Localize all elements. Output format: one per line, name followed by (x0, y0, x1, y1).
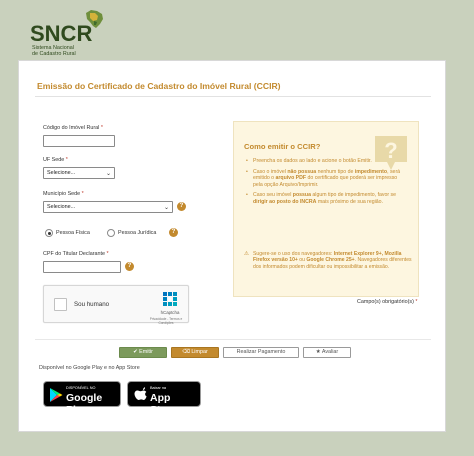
sncr-logo[interactable]: SNCR Sistema Nacional de Cadastro Rural (30, 5, 108, 57)
info-bold: dirigir ao posto do INCRA (253, 198, 317, 205)
info-text: nenhum tipo de (316, 168, 355, 175)
cpf-label-text: CPF do Titular Declarante (43, 251, 106, 257)
municipio-label: Município Sede * (43, 191, 84, 197)
note-text: Sugere-se o uso dos navegadores: (253, 251, 334, 257)
eraser-icon: ⌫ (182, 349, 192, 355)
radio-pessoa-juridica[interactable] (107, 229, 115, 237)
info-item-text: Preencha os dados ao lado e acione o bot… (253, 158, 372, 164)
info-text: Caso seu imóvel (253, 192, 293, 199)
avaliar-label: Avaliar (321, 349, 339, 355)
chevron-down-icon: ⌄ (105, 171, 111, 177)
as-big-text: App Store (150, 392, 177, 416)
captcha-label: Sou humano (74, 301, 110, 308)
help-icon[interactable]: ? (169, 228, 178, 237)
pagamento-label: Realizar Pagamento (236, 349, 286, 355)
required-mark: * (106, 251, 109, 257)
buttons-divider (35, 339, 431, 340)
info-list: Preencha os dados ao lado e acione o bot… (244, 158, 406, 210)
emitir-label: Emitir (139, 349, 153, 355)
captcha-brand: hCaptcha (160, 310, 180, 315)
codigo-label-text: Código do Imóvel Rural (43, 125, 100, 131)
help-info-box: ? Como emitir o CCIR? Preencha os dados … (233, 121, 419, 297)
info-item: Caso o imóvel não possua nenhum tipo de … (244, 169, 406, 189)
info-item: Preencha os dados ao lado e acione o bot… (244, 158, 406, 165)
logo-text: SNCR (30, 21, 93, 46)
municipio-select[interactable]: Selecione... ⌄ (43, 201, 173, 213)
info-text: mais próximo de sua região. (316, 198, 384, 205)
limpar-button[interactable]: ⌫ Limpar (171, 347, 219, 358)
logo-subtitle-line2: de Cadastro Rural (32, 51, 76, 57)
chevron-down-icon: ⌄ (163, 205, 169, 211)
info-bold: impedimento (354, 168, 388, 175)
app-store-badge[interactable]: Baixar na App Store (127, 381, 201, 416)
required-note-text: Campo(s) obrigatório(s) (357, 299, 414, 305)
cpf-label: CPF do Titular Declarante * (43, 251, 109, 257)
hcaptcha-widget: Sou humano hCaptcha Privacidade - Termos… (43, 285, 190, 325)
uf-select-value: Selecione... (47, 170, 76, 176)
cpf-input[interactable] (43, 261, 121, 273)
limpar-label: Limpar (191, 349, 208, 355)
required-mark: * (415, 299, 418, 305)
required-mark: * (100, 125, 103, 131)
google-play-badge[interactable]: DISPONÍVEL NO Google Play (43, 381, 121, 416)
info-bold: não possua (287, 168, 317, 175)
apple-icon (134, 387, 147, 400)
pessoa-fisica-label: Pessoa Física (56, 230, 90, 236)
uf-select[interactable]: Selecione... ⌄ (43, 167, 115, 179)
info-bold: arquivo PDF (275, 175, 307, 182)
info-text: algum tipo de impedimento, favor se (310, 192, 397, 199)
browser-note: ⚠ Sugere-se o uso dos navegadores: Inter… (244, 251, 414, 270)
avaliar-button[interactable]: ★ Avaliar (303, 347, 351, 358)
header: SNCR Sistema Nacional de Cadastro Rural (0, 0, 474, 60)
gp-small-text: DISPONÍVEL NO (66, 386, 96, 390)
captcha-links[interactable]: Privacidade - Termos e Condições (142, 317, 190, 325)
google-play-icon (50, 388, 63, 402)
captcha-checkbox[interactable] (54, 298, 67, 311)
page-title: Emissão do Certificado de Cadastro do Im… (37, 81, 281, 91)
required-mark: * (65, 157, 68, 163)
emitir-button[interactable]: ✔ Emitir (119, 347, 167, 358)
codigo-label: Código do Imóvel Rural * (43, 125, 103, 131)
codigo-input[interactable] (43, 135, 115, 147)
info-text: Caso o imóvel (253, 168, 288, 175)
municipio-select-value: Selecione... (47, 204, 76, 210)
as-small-text: Baixar na (150, 386, 167, 390)
stores-caption: Disponível no Google Play e no App Store (39, 365, 140, 371)
radio-pessoa-fisica[interactable] (45, 229, 53, 237)
info-item: Caso seu imóvel possua algum tipo de imp… (244, 192, 406, 205)
main-panel: Emissão do Certificado de Cadastro do Im… (18, 60, 446, 432)
gp-big-text: Google Play (66, 392, 103, 416)
logo-subtitle: Sistema Nacional de Cadastro Rural (32, 45, 76, 57)
required-note: Campo(s) obrigatório(s) * (357, 299, 418, 305)
title-divider (35, 96, 431, 97)
required-mark: * (81, 191, 84, 197)
help-icon[interactable]: ? (125, 262, 134, 271)
info-bold: possua (292, 192, 311, 199)
hcaptcha-logo-icon (163, 292, 177, 306)
pessoa-juridica-label: Pessoa Jurídica (118, 230, 157, 236)
info-title: Como emitir o CCIR? (244, 142, 321, 151)
warning-icon: ⚠ (244, 251, 250, 257)
help-icon[interactable]: ? (177, 202, 186, 211)
uf-label: UF Sede * (43, 157, 68, 163)
realizar-pagamento-button[interactable]: Realizar Pagamento (223, 347, 299, 358)
uf-label-text: UF Sede (43, 157, 65, 163)
note-bold: Google Chrome 25+ (306, 257, 355, 264)
municipio-label-text: Município Sede (43, 191, 81, 197)
